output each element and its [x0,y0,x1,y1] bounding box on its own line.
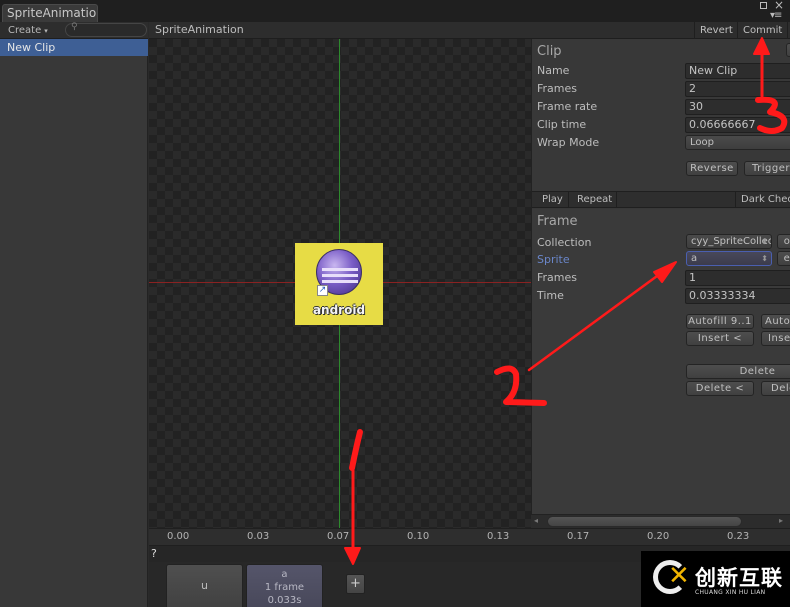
animation-title: SpriteAnimation [155,23,244,36]
autofill-ascending-button[interactable]: Autofill 1..9 [761,314,790,329]
delete-button[interactable]: Delete [686,364,790,379]
clip-search-input[interactable]: ⚲ [65,22,147,37]
inspector-panel: Clip Name New Clip Frames 2 Frame rate 3… [531,39,790,514]
animation-header: SpriteAnimation Revert Commit [149,22,790,39]
dropdown-arrows-icon: ⬍ [761,237,768,246]
collection-dropdown[interactable]: cyy_SpriteCollection ⬍ [686,234,772,249]
frame-count: 1 frame [264,582,305,593]
play-button[interactable]: Play [537,192,569,208]
watermark-subtitle: CHUANG XIN HU LIAN [695,589,766,596]
timeline-tick: 0.03 [247,531,270,542]
sprite-caption: android [312,303,366,317]
collection-value: cyy_SpriteCollection [691,236,771,247]
chevron-down-icon: ▾ [44,27,48,35]
clip-list-panel: Create ▾ ⚲ New Clip [0,22,148,607]
sprite-edit-button[interactable]: e [777,251,790,266]
timeline-ruler[interactable]: 0.00 0.03 0.07 0.10 0.13 0.17 0.20 0.23 [149,528,790,546]
sprite-preview-canvas[interactable]: ↗ android [149,39,531,528]
timeline-tick: 0.00 [167,531,190,542]
timeline-tick: 0.20 [647,531,670,542]
frame-rate-input[interactable]: 30 [685,99,790,115]
preview-toolbar: Play Repeat Dark Checker [532,191,790,208]
sprite-dropdown[interactable]: a ⬍ [686,251,772,266]
delete-after-button[interactable]: Delete > [761,381,790,396]
clip-name-input[interactable]: New Clip [685,63,790,79]
frame-duration: 0.033s [267,595,302,606]
commit-button[interactable]: Commit [737,22,789,39]
trigger-button[interactable]: Trigger [744,161,790,176]
clip-section-title: Clip [537,44,562,59]
frame-frames-input[interactable]: 1 [685,270,790,286]
clip-frames-label: Frames [537,82,578,95]
timeline-tick: 0.17 [567,531,590,542]
clip-time-input[interactable]: 0.06666667 [685,117,790,133]
search-icon: ⚲ [71,22,78,32]
revert-button[interactable]: Revert [694,22,738,39]
scrollbar-thumb[interactable] [547,516,742,527]
clip-list-item[interactable]: New Clip [0,39,148,56]
frame-time-label: Time [537,289,564,302]
frame-frames-label: Frames [537,271,578,284]
background-dropdown[interactable]: Dark Checker [735,192,790,208]
dropdown-arrows-icon: ⬍ [761,254,768,263]
wrap-mode-label: Wrap Mode [537,136,600,149]
delete-before-button[interactable]: Delete < [686,381,754,396]
help-icon[interactable]: ? [151,547,157,560]
brand-x-mark: ✕ [668,561,690,591]
clip-name-label: Name [537,64,570,77]
timeline-tick: 0.07 [327,531,350,542]
create-label: Create [8,25,42,36]
sprite-image: ↗ android [295,243,383,325]
scroll-left-arrow-icon[interactable]: ◂ [534,516,538,525]
sprite-value: a [691,253,698,264]
clip-options-button[interactable] [786,43,790,57]
autofill-descending-button[interactable]: Autofill 9..1 [686,314,754,329]
repeat-toggle[interactable]: Repeat [573,192,618,208]
window-tab-strip: SpriteAnimation × ▾≡ [0,0,790,22]
shortcut-arrow-icon: ↗ [317,285,328,296]
timeline-tick: 0.10 [407,531,430,542]
panel-menu-icon[interactable]: ▾≡ [770,10,782,21]
collection-open-button[interactable]: o [777,234,790,249]
maximize-icon[interactable] [760,2,767,9]
frame-rate-label: Frame rate [537,100,598,113]
frame-tile-selected[interactable]: a 1 frame 0.033s [246,564,323,607]
frame-inspector: Frame Collection cyy_SpriteCollection ⬍ … [532,209,790,514]
insert-before-button[interactable]: Insert < [686,331,754,346]
insert-after-button[interactable]: Insert > [761,331,790,346]
create-dropdown-button[interactable]: Create ▾ [4,23,52,38]
frame-sprite-name: a [281,569,288,580]
wrap-mode-dropdown[interactable]: Loop [685,135,790,150]
clip-time-label: Clip time [537,118,587,131]
clip-list-toolbar: Create ▾ ⚲ [0,22,148,39]
scroll-right-arrow-icon[interactable]: ▸ [779,516,783,525]
add-frame-button[interactable]: + [346,574,365,594]
inspector-horizontal-scrollbar[interactable]: ◂ ▸ [531,514,790,528]
timeline-tick: 0.23 [727,531,750,542]
frame-section-title: Frame [537,214,578,229]
timeline-tick: 0.13 [487,531,510,542]
collection-label: Collection [537,236,592,249]
watermark-logo: ✕ 创新互联 CHUANG XIN HU LIAN [641,551,790,607]
window-tab[interactable]: SpriteAnimation [2,4,98,22]
sprite-label: Sprite [537,253,570,266]
frame-time-input[interactable]: 0.03333334 [685,288,790,304]
reverse-button[interactable]: Reverse [686,161,738,176]
clip-frames-input[interactable]: 2 [685,81,790,97]
watermark-title: 创新互联 [695,566,783,590]
frame-tile[interactable]: u [166,564,243,607]
